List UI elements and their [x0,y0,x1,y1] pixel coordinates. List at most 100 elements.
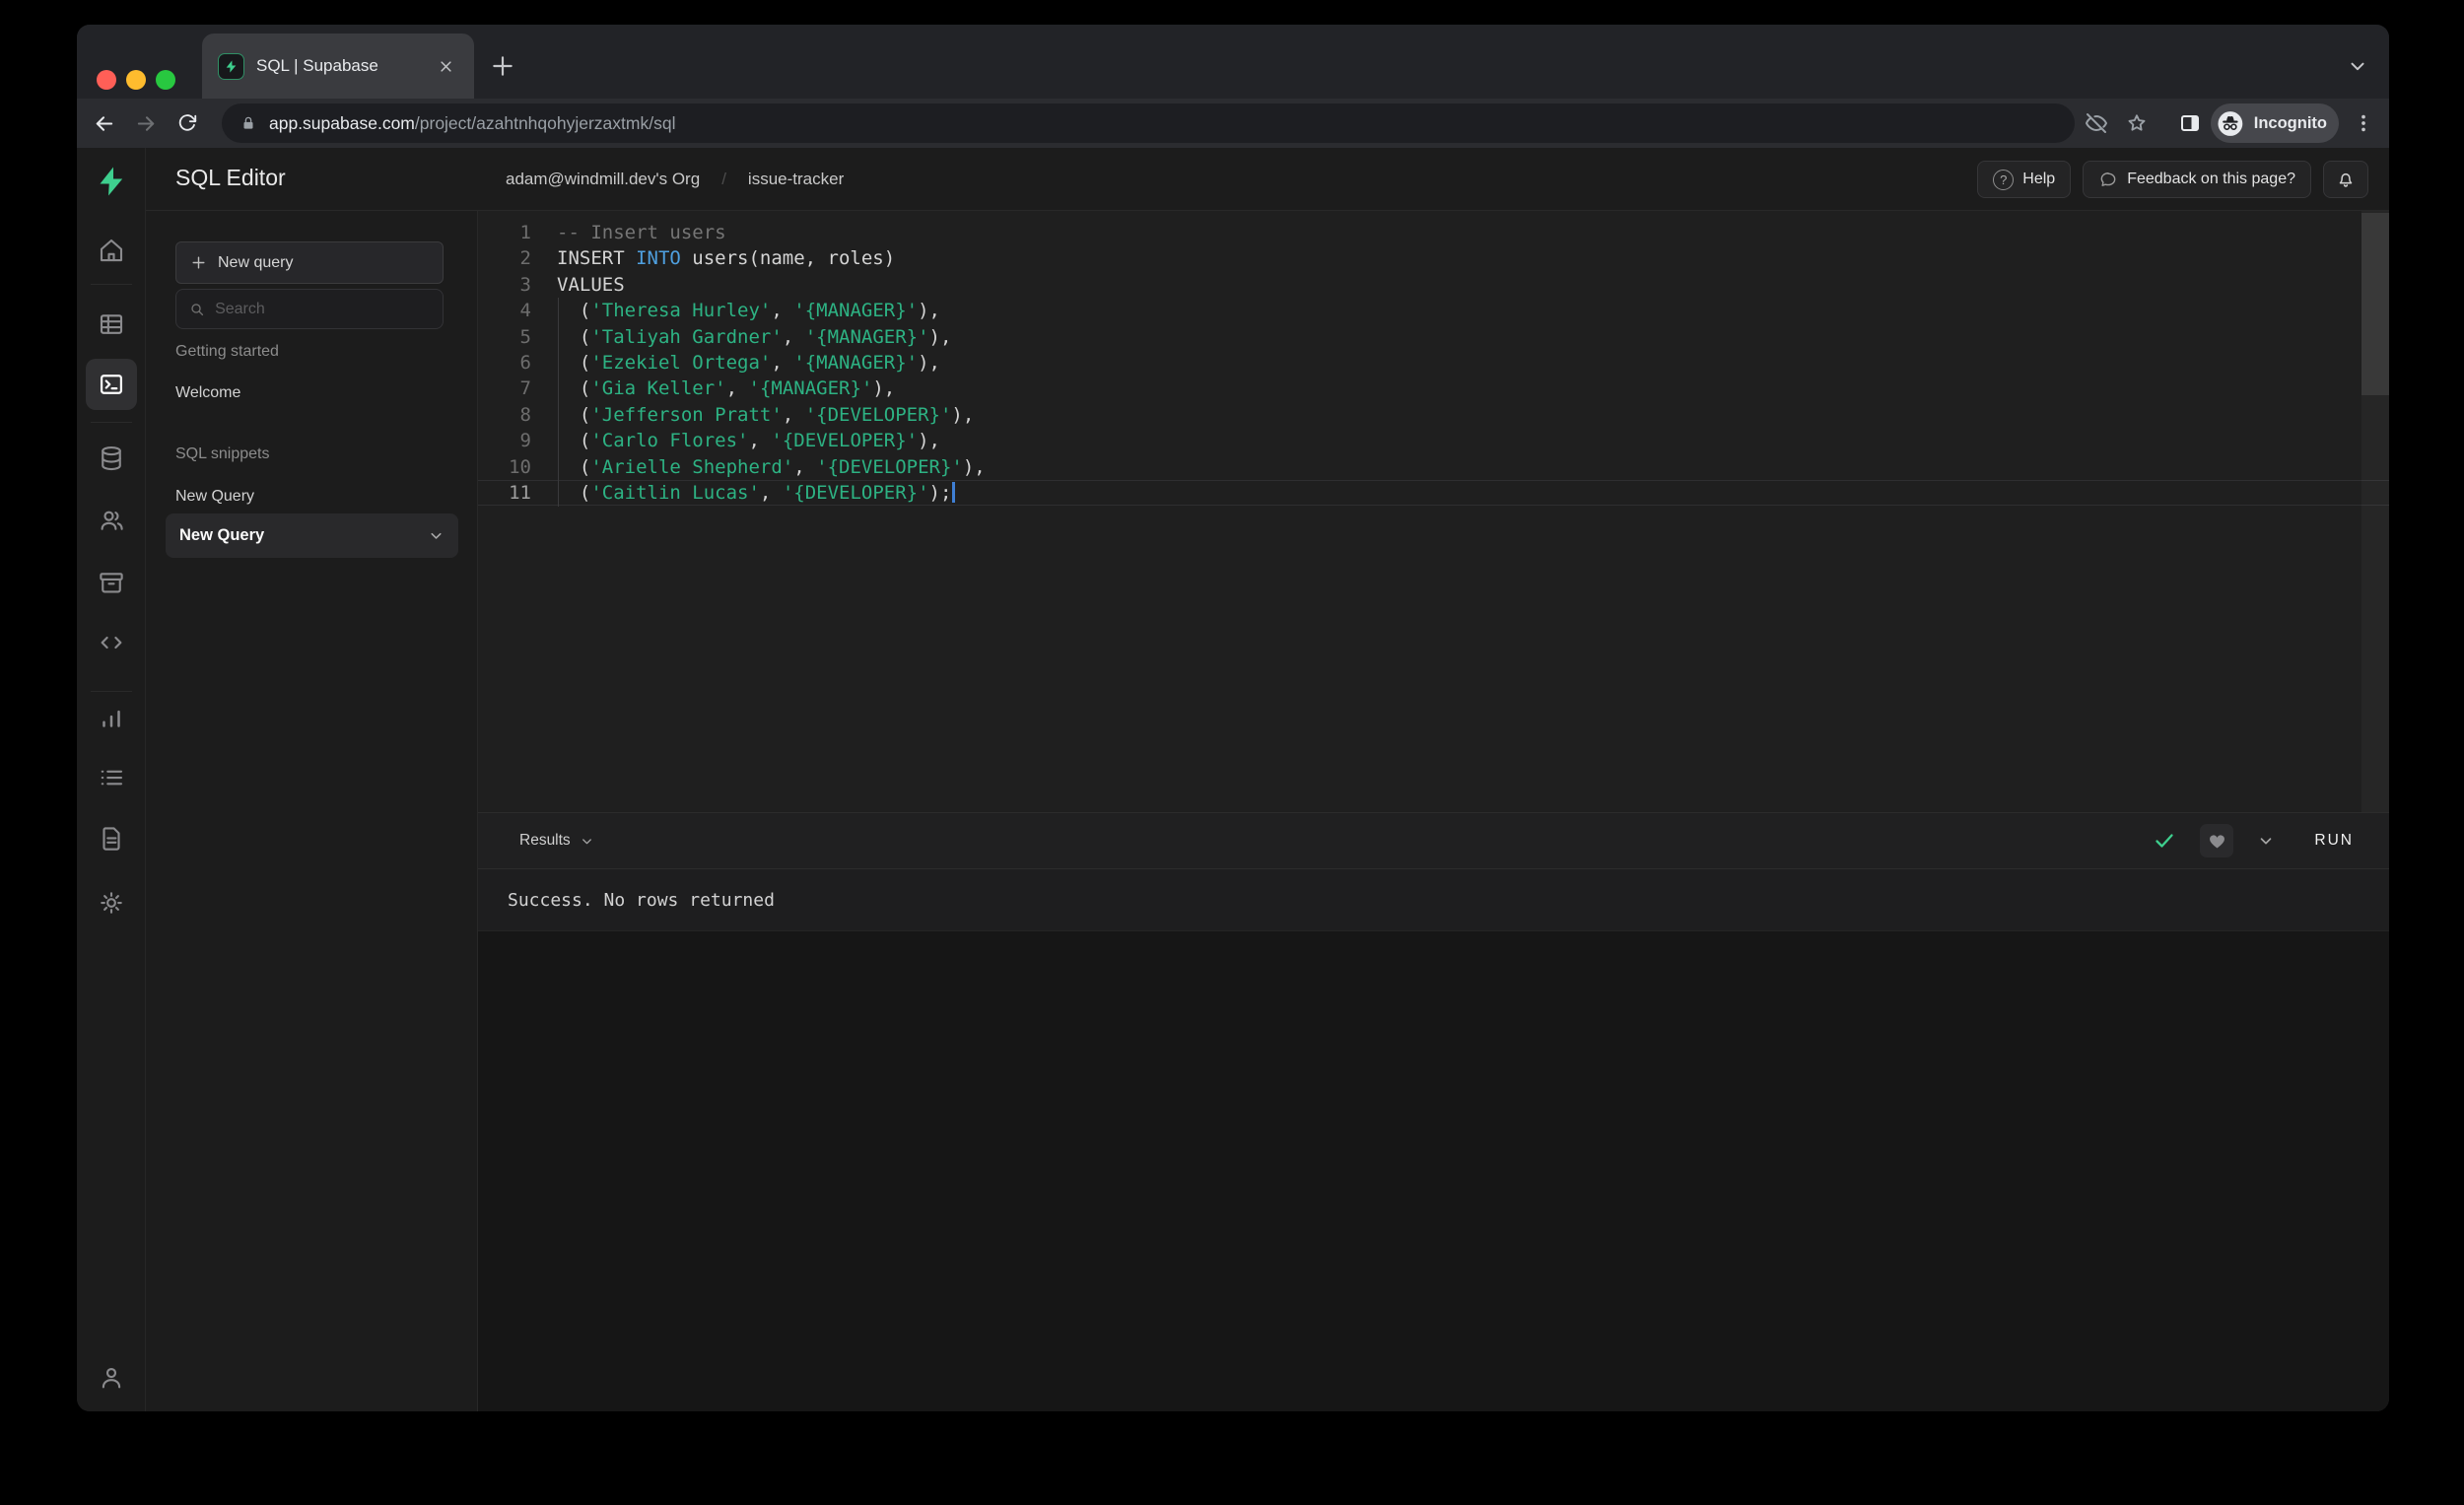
chevron-down-icon [582,838,591,844]
code-text: INSERT INTO users(name, roles) [557,247,896,270]
tab-strip: SQL | Supabase [77,25,2389,99]
favorite-button[interactable] [2200,824,2234,857]
search-input[interactable] [215,300,430,318]
code-editor[interactable]: 1 -- Insert users 2 INSERT INTO users(na… [478,211,2389,812]
scrollbar-thumb[interactable] [2361,213,2389,395]
new-query-button-label: New query [218,253,294,271]
breadcrumb-project[interactable]: issue-tracker [748,170,844,189]
chevron-down-icon[interactable] [2257,832,2275,850]
code-line: 8 ('Jefferson Pratt', '{DEVELOPER}'), [478,402,2389,428]
incognito-badge[interactable]: Incognito [2211,103,2339,143]
code-line: 10 ('Arielle Shepherd', '{DEVELOPER}'), [478,454,2389,480]
supabase-logo-icon[interactable] [94,164,129,199]
code-text: ('Theresa Hurley', '{MANAGER}'), [557,300,940,322]
sidebar-item-reports[interactable] [94,701,129,736]
line-number: 8 [519,403,531,426]
url-bar[interactable]: app.supabase.com/project/azahtnhqohyjerz… [222,103,2075,143]
password-eye-off-icon[interactable] [2079,105,2114,141]
close-window-button[interactable] [97,70,116,90]
minimize-window-button[interactable] [126,70,146,90]
snippet-search[interactable] [175,289,444,329]
browser-menu-icon[interactable] [2346,105,2381,141]
rail-divider [91,691,132,692]
code-text: -- Insert users [557,222,726,243]
tab-search-chevron-icon[interactable] [2340,48,2375,84]
sql-editor-main: 1 -- Insert users 2 INSERT INTO users(na… [478,211,2389,1411]
chevron-down-icon[interactable] [428,527,445,544]
indent-guide [558,298,559,507]
sidebar-item-new-query[interactable]: New Query [175,488,254,506]
line-number: 7 [519,377,531,400]
back-button[interactable] [86,105,121,141]
page-title: SQL Editor [175,165,286,190]
rail-divider [91,284,132,285]
browser-window: SQL | Supabase app.supabase.com/project/… [77,25,2389,1411]
search-icon [191,303,204,315]
reload-button[interactable] [170,105,205,141]
sidebar-item-edge-functions[interactable] [94,625,129,660]
zoom-window-button[interactable] [156,70,175,90]
line-number: 5 [519,325,531,348]
incognito-label: Incognito [2253,113,2327,132]
plus-icon [192,256,205,269]
notifications-button[interactable] [2323,161,2368,198]
traffic-lights [97,70,175,90]
sidebar-item-table-editor[interactable] [94,307,129,342]
help-button[interactable]: ? Help [1977,161,2072,198]
tab-close-icon[interactable] [433,53,458,79]
rail-divider [91,422,132,423]
forward-button[interactable] [128,105,164,141]
browser-tab[interactable]: SQL | Supabase [202,34,474,99]
sidebar-item-logs[interactable] [94,760,129,795]
code-text: ('Carlo Flores', '{DEVELOPER}'), [557,430,940,452]
sql-editor-code[interactable]: 1 -- Insert users 2 INSERT INTO users(na… [478,220,2389,506]
supabase-favicon-icon [218,52,244,80]
code-line: 3 VALUES [478,272,2389,298]
code-text: ('Caitlin Lucas', '{DEVELOPER}'); [557,480,956,506]
sidebar-item-database[interactable] [94,441,129,476]
code-line: 6 ('Ezekiel Ortega', '{MANAGER}'), [478,350,2389,376]
saved-check-icon [2156,834,2174,848]
sidebar-item-settings[interactable] [94,885,129,921]
supabase-app: SQL Editor adam@windmill.dev's Org / iss… [77,148,2389,1411]
sidebar-item-storage[interactable] [94,565,129,600]
side-panel-icon[interactable] [2172,105,2208,141]
results-message-band: Success. No rows returned [478,869,2389,931]
chat-bubble-icon [2100,172,2116,186]
sidebar-item-sql-editor[interactable] [86,359,137,410]
sidebar-item-home[interactable] [94,233,129,268]
url-domain: app.supabase.com [269,112,415,133]
line-number: 9 [519,430,531,452]
breadcrumb-org[interactable]: adam@windmill.dev's Org [506,170,700,189]
help-label: Help [2022,171,2056,187]
code-line: 2 INSERT INTO users(name, roles) [478,245,2389,271]
line-number: 3 [519,273,531,296]
code-line: 9 ('Carlo Flores', '{DEVELOPER}'), [478,428,2389,453]
url-path: /project/azahtnhqohyjerzaxtmk/sql [414,112,676,133]
editor-scrollbar[interactable] [2361,211,2389,812]
line-number: 2 [519,247,531,270]
sidebar-item-new-query-active[interactable]: New Query [166,513,458,558]
sidebar-item-auth-users[interactable] [94,503,129,538]
code-text: ('Gia Keller', '{MANAGER}'), [557,377,896,400]
bell-icon [2339,172,2353,187]
bookmark-star-icon[interactable] [2119,105,2155,141]
code-text: VALUES [557,273,625,296]
results-dropdown[interactable]: Results [519,832,594,850]
line-number: 4 [519,300,531,322]
heart-icon [2209,834,2224,848]
sidebar-item-api-docs[interactable] [94,821,129,856]
sidebar-item-welcome[interactable]: Welcome [175,384,240,402]
profile-icon[interactable] [94,1360,129,1396]
results-bar: Results RUN [478,812,2389,869]
run-button[interactable]: RUN [2304,826,2363,855]
new-query-button[interactable]: New query [175,241,444,284]
browser-toolbar: app.supabase.com/project/azahtnhqohyjerz… [77,99,2389,148]
text-cursor [952,481,956,503]
lock-icon [243,116,253,129]
breadcrumb: adam@windmill.dev's Org / issue-tracker [506,170,844,189]
new-tab-button[interactable] [485,48,520,84]
topbar-actions: ? Help Feedback on this page? [1977,161,2368,198]
feedback-button[interactable]: Feedback on this page? [2083,161,2311,198]
success-message: Success. No rows returned [508,889,775,911]
